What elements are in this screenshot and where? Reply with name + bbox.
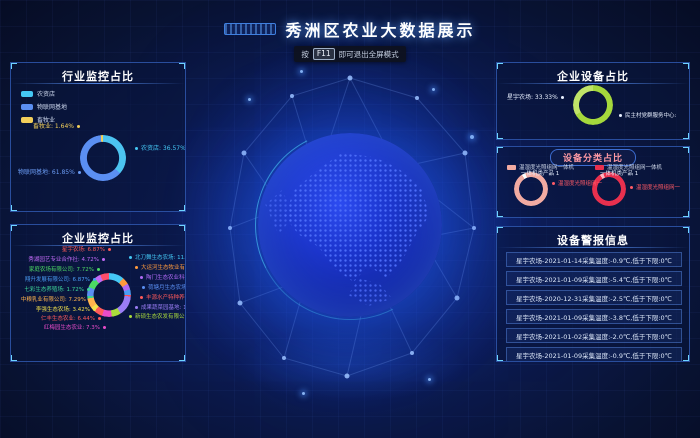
pie-callout: 大运河生态牧业有限责任公 (135, 265, 186, 272)
legend-swatch (21, 104, 33, 110)
panel-title: 行业监控占比 (11, 68, 185, 84)
app-logo-badge (224, 23, 276, 35)
alarm-row: 星宇农场-2021-01-09采集温度:-0.9℃,低于下限:0℃ (506, 347, 682, 362)
legend-swatch (21, 91, 33, 97)
device-class-panel: 设备分类占比 温湿度光照组网一体机 温湿度光照组网一体机 一体机类产品 1 温湿… (496, 146, 690, 218)
industry-ratio-panel: 行业监控占比 农资店 物联网基地 畜牧业 畜牧业: 1.64% 农资店: 36.… (10, 62, 186, 212)
pie-callout: 星宇农场: 33.33% (507, 94, 564, 101)
fullscreen-tooltip: 按 F11 即可退出全屏模式 (294, 46, 405, 62)
alarm-row: 星宇农场-2020-12-31采集温度:-2.5℃,低于下限:0℃ (506, 290, 682, 305)
title-divider (497, 83, 689, 84)
legend-label: 物联网基地 (37, 102, 67, 111)
corner-bracket (683, 62, 690, 69)
pie-callout: 新硕生态农发有限公司: 6.87 (129, 314, 186, 321)
industry-donut-chart (80, 135, 126, 181)
pie-callout: 家庭农场有限公司: 7.72% (29, 267, 100, 274)
legend-label: 温湿度光照组网一体机 (607, 163, 662, 171)
corner-bracket (683, 211, 690, 218)
title-divider (11, 245, 185, 246)
corner-bracket (10, 205, 17, 212)
title-divider (497, 247, 689, 248)
pie-callout: 七彩生态养殖场: 1.72% (24, 287, 90, 294)
tooltip-suffix: 即可退出全屏模式 (339, 49, 399, 60)
corner-bracket (496, 133, 503, 140)
pie-callout: 陶门生态农业科技有限公 (140, 275, 186, 282)
corner-bracket (683, 133, 690, 140)
pie-callout: 星宇农场: 6.87% (62, 247, 111, 254)
legend-label: 温湿度光照组网一体机 (519, 163, 574, 171)
alarm-row: 星宇农场-2021-01-14采集温度:-0.9℃,低于下限:0℃ (506, 252, 682, 267)
panel-title: 企业设备占比 (497, 68, 689, 84)
pie-callout: 畜牧业: 1.64% (33, 123, 80, 130)
pie-callout: 仁丰生态农业: 6.44% (41, 316, 101, 323)
alarm-row: 星宇农场-2021-01-02采集温度:-2.0℃,低于下限:0℃ (506, 328, 682, 343)
corner-bracket (179, 62, 186, 69)
pie-callout: 一体机类产品 1 (521, 171, 559, 178)
pie-callout: 翔升发展有限公司: 6.87% (25, 277, 96, 284)
corner-bracket (179, 355, 186, 362)
legend-item[interactable]: 温湿度光照组网一体机 (595, 163, 662, 171)
corner-bracket (496, 226, 503, 233)
corner-bracket (683, 146, 690, 153)
equipment-ratio-panel: 企业设备占比 星宇农场: 33.33% 民主村党群服务中心: (496, 62, 690, 140)
alarm-info-panel: 设备警报信息 星宇农场-2021-01-14采集温度:-0.9℃,低于下限:0℃… (496, 226, 690, 362)
corner-bracket (179, 224, 186, 231)
corner-bracket (683, 226, 690, 233)
legend-item[interactable]: 温湿度光照组网一体机 (507, 163, 574, 171)
header: 秀洲区农业大数据展示 按 F11 即可退出全屏模式 (0, 0, 700, 62)
pie-callout: 一体机类产品 1 (600, 171, 638, 178)
corner-bracket (496, 146, 503, 153)
alarm-row: 星宇农场-2021-01-09采集温度:-3.8℃,低于下限:0℃ (506, 309, 682, 324)
f11-keycap: F11 (313, 48, 335, 60)
enterprise-ratio-panel: 企业监控占比 星宇农场: 6.87% 秀湖园艺专业合作社: 4.72% 家庭农场… (10, 224, 186, 362)
pie-callout: 丰源水产特种养殖场: 1. (140, 295, 186, 302)
legend-item[interactable]: 物联网基地 (21, 102, 67, 111)
legend-swatch (21, 117, 33, 123)
corner-bracket (179, 205, 186, 212)
corner-bracket (496, 355, 503, 362)
panel-title: 设备警报信息 (497, 232, 689, 248)
pie-callout: 李强生态农场: 3.42% (36, 307, 96, 314)
pie-callout: 成果蔬菜园基地: 15.02% (135, 305, 186, 312)
legend-item[interactable]: 农资店 (21, 89, 67, 98)
dashboard-stage: 秀洲区农业大数据展示 按 F11 即可退出全屏模式 行业监控占比 农资店 物联网… (0, 0, 700, 438)
globe (258, 133, 442, 317)
corner-bracket (10, 62, 17, 69)
corner-bracket (496, 211, 503, 218)
pie-callout: 物联网基地: 61.85% (18, 169, 81, 176)
legend-swatch (595, 165, 604, 170)
pie-callout: 秀湖园艺专业合作社: 4.72% (28, 257, 105, 264)
pie-callout: 温湿度光照组网一 (630, 185, 680, 192)
tooltip-prefix: 按 (301, 49, 309, 60)
pie-callout: 北刀舞生态农场: 11.16% (129, 255, 186, 262)
pie-callout: 中粮乳业有限公司: 7.29% (21, 297, 92, 304)
alarm-row: 星宇农场-2021-01-09采集温度:-5.4℃,低于下限:0℃ (506, 271, 682, 286)
page-title: 秀洲区农业大数据展示 (285, 17, 475, 41)
corner-bracket (10, 355, 17, 362)
title-divider (11, 83, 185, 84)
legend-swatch (507, 165, 516, 170)
equipment-donut-chart (573, 85, 613, 125)
corner-bracket (10, 224, 17, 231)
pie-callout: 红梅园生态农业: 7.3% (44, 325, 106, 332)
legend-label: 农资店 (37, 89, 55, 98)
pie-callout: 温湿度光照组网一 (552, 181, 602, 188)
corner-bracket (683, 355, 690, 362)
pie-callout: 民主村党群服务中心: (619, 113, 676, 120)
pie-callout: 农资店: 36.57% (135, 145, 186, 152)
panel-title: 企业监控占比 (11, 230, 185, 246)
pie-callout: 荷塘月生态农场: 4.29 (142, 285, 186, 292)
corner-bracket (496, 62, 503, 69)
